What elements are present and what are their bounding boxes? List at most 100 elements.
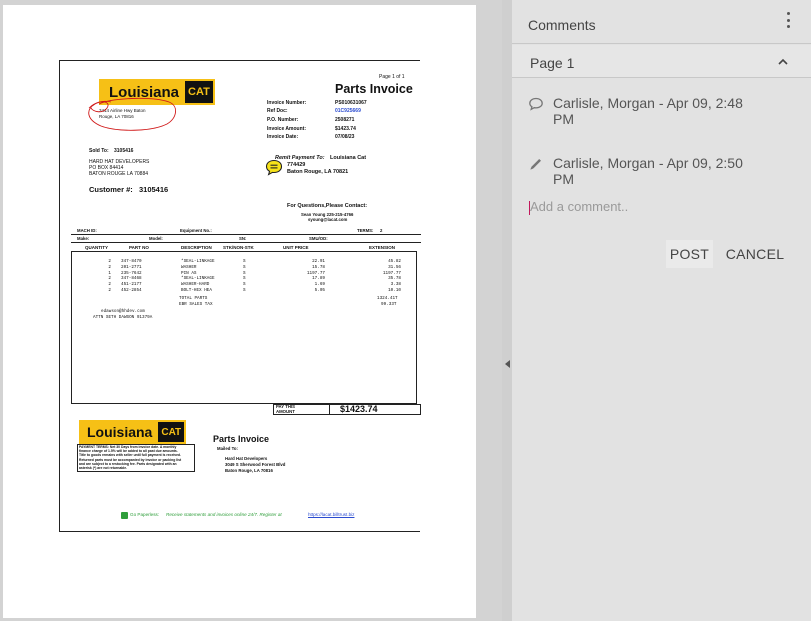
line-item-stk: S bbox=[243, 264, 246, 270]
make-label: Make: bbox=[77, 236, 90, 241]
stub-address-line: Baton Rouge, LA 70816 bbox=[225, 468, 273, 473]
meta-label-invoice-number: Invoice Number: bbox=[267, 100, 307, 106]
page-section-title: Page 1 bbox=[530, 55, 575, 71]
pay-amount: $1423.74 bbox=[340, 404, 378, 414]
total-label: TOTAL PARTS bbox=[179, 296, 208, 301]
line-item-unit: 1197.77 bbox=[306, 270, 325, 276]
speech-bubble-icon bbox=[529, 97, 543, 111]
sn-label: SN: bbox=[239, 236, 247, 241]
sold-to-id: 3105416 bbox=[114, 148, 134, 154]
line-item-unit: 22.91 bbox=[312, 259, 325, 264]
paperless-link[interactable]: https://lacat.billtrust.biz bbox=[308, 512, 354, 518]
stub-address-line: 3049 S Sherwood Forest Blvd bbox=[225, 462, 286, 467]
line-item-desc: *SEAL-LINKAGE bbox=[181, 259, 215, 264]
line-item-stk: S bbox=[243, 276, 246, 282]
comment-bubble-icon[interactable] bbox=[265, 159, 283, 176]
smu-label: SMU/OD: bbox=[309, 236, 328, 241]
collapse-panel-arrow-icon[interactable] bbox=[505, 360, 510, 368]
line-item-unit: 15.78 bbox=[312, 264, 325, 270]
line-item-part: 451-2177 bbox=[121, 282, 142, 288]
questions-label: For Questions,Please Contact: bbox=[287, 203, 368, 209]
line-item-qty: 2 bbox=[108, 264, 111, 270]
line-item-ext: 31.56 bbox=[388, 264, 401, 270]
meta-value-ref-doc[interactable]: 01C925669 bbox=[335, 109, 361, 114]
paperless-text: Receive statements and invoices online 2… bbox=[166, 512, 282, 517]
column-header: STK/NON-STK bbox=[223, 245, 254, 250]
line-item-unit: 1.69 bbox=[314, 282, 325, 288]
comments-header: Comments bbox=[512, 0, 811, 44]
line-item-stk: S bbox=[243, 270, 246, 276]
line-item-qty: 1 bbox=[108, 270, 111, 276]
total-label: EBR SALES TAX bbox=[179, 302, 213, 307]
line-item-unit: 5.05 bbox=[314, 288, 325, 293]
total-value: 99.33T bbox=[381, 302, 397, 307]
freehand-ink-annotation[interactable] bbox=[81, 96, 181, 134]
payment-terms-line: asterisk (*) are not returnable. bbox=[79, 466, 128, 470]
cancel-button[interactable]: CANCEL bbox=[720, 240, 790, 268]
terms-value: 2 bbox=[380, 228, 383, 233]
rule bbox=[71, 234, 421, 235]
document-viewer[interactable]: Page 1 of 1 Louisiana CAT 3414 Airline H… bbox=[0, 0, 511, 621]
column-header: EXTENSION bbox=[369, 245, 396, 250]
note-line: ATTN SETH DAWSON 91379A bbox=[93, 315, 153, 320]
brand-badge: CAT bbox=[183, 79, 215, 105]
sold-to-label: Sold To: bbox=[89, 148, 109, 154]
more-options-icon[interactable] bbox=[780, 10, 796, 30]
line-item-ext: 10.10 bbox=[388, 288, 401, 293]
line-item-part: 347-8468 bbox=[121, 276, 142, 282]
line-item-part: 347-8470 bbox=[121, 259, 142, 264]
comments-title: Comments bbox=[528, 17, 596, 33]
rule bbox=[329, 404, 330, 415]
pencil-icon bbox=[530, 159, 541, 170]
page-section-header[interactable]: Page 1 bbox=[512, 45, 811, 78]
pay-label: AMOUNT bbox=[276, 409, 295, 414]
meta-label-ref-doc: Ref Doc: bbox=[267, 108, 288, 114]
note-line: edawson@hhdev.com bbox=[101, 309, 145, 314]
post-button[interactable]: POST bbox=[666, 240, 713, 268]
line-item-qty: 2 bbox=[108, 259, 111, 264]
sold-to-line: BATON ROUGE LA 70884 bbox=[89, 171, 149, 177]
stub-brand-logo: Louisiana CAT bbox=[79, 420, 187, 444]
line-item-stk: S bbox=[243, 282, 246, 288]
stub-mailed-to: Mailed To: bbox=[217, 446, 238, 451]
stub-brand-badge: CAT bbox=[156, 420, 187, 444]
line-item-part: 452-2854 bbox=[121, 288, 142, 293]
column-header: PART NO bbox=[129, 245, 149, 250]
line-item-desc: PIN AS bbox=[181, 270, 197, 276]
panel-divider[interactable] bbox=[502, 0, 512, 621]
meta-value-invoice-amount: $1423.74 bbox=[335, 126, 356, 132]
invoice-title: Parts Invoice bbox=[335, 82, 413, 96]
line-item-desc: WASHER bbox=[181, 264, 197, 270]
paperless-label: Go Paperless: bbox=[130, 512, 160, 517]
meta-label-invoice-amount: Invoice Amount: bbox=[267, 126, 306, 132]
add-comment-input[interactable]: Add a comment.. bbox=[530, 199, 790, 214]
line-item-desc: BOLT-HEX HEA bbox=[181, 288, 212, 293]
line-item-ext: 45.82 bbox=[388, 259, 401, 264]
line-item-unit: 17.89 bbox=[312, 276, 325, 282]
comment-author-time: Carlisle, Morgan - Apr 09, 2:48 PM bbox=[553, 95, 743, 127]
stub-title: Parts Invoice bbox=[213, 434, 270, 444]
line-item-part: 235-7642 bbox=[121, 270, 142, 276]
meta-value-po-number: 2508271 bbox=[335, 117, 355, 123]
line-item-qty: 2 bbox=[108, 276, 111, 282]
stub-brand-name: Louisiana bbox=[79, 420, 157, 444]
line-item-ext: 1197.77 bbox=[382, 270, 401, 276]
terms-label: TERMS: bbox=[357, 228, 374, 233]
line-item-stk: S bbox=[243, 288, 246, 293]
customer-label: Customer #: bbox=[89, 185, 133, 194]
column-header: UNIT PRICE bbox=[283, 245, 309, 250]
comment-author-time: Carlisle, Morgan - Apr 09, 2:50 PM bbox=[553, 155, 743, 187]
invoice-document: Page 1 of 1 Louisiana CAT 3414 Airline H… bbox=[59, 60, 421, 533]
column-header: DESCRIPTION bbox=[181, 245, 212, 250]
page-count: Page 1 of 1 bbox=[379, 74, 405, 80]
line-item-desc: WASHER-HARD bbox=[181, 282, 210, 288]
comments-panel: Comments Page 1 Carlisle, Morgan - Apr 0… bbox=[512, 0, 811, 621]
column-header: QUANTITY bbox=[85, 245, 108, 250]
rule bbox=[71, 242, 421, 243]
line-item-qty: 2 bbox=[108, 282, 111, 288]
model-label: Model: bbox=[149, 236, 163, 241]
meta-value-invoice-number: PS010631067 bbox=[335, 100, 367, 106]
line-item-ext: 3.38 bbox=[390, 282, 401, 288]
chevron-up-icon[interactable] bbox=[778, 57, 788, 67]
document-page[interactable]: Page 1 of 1 Louisiana CAT 3414 Airline H… bbox=[3, 5, 476, 618]
